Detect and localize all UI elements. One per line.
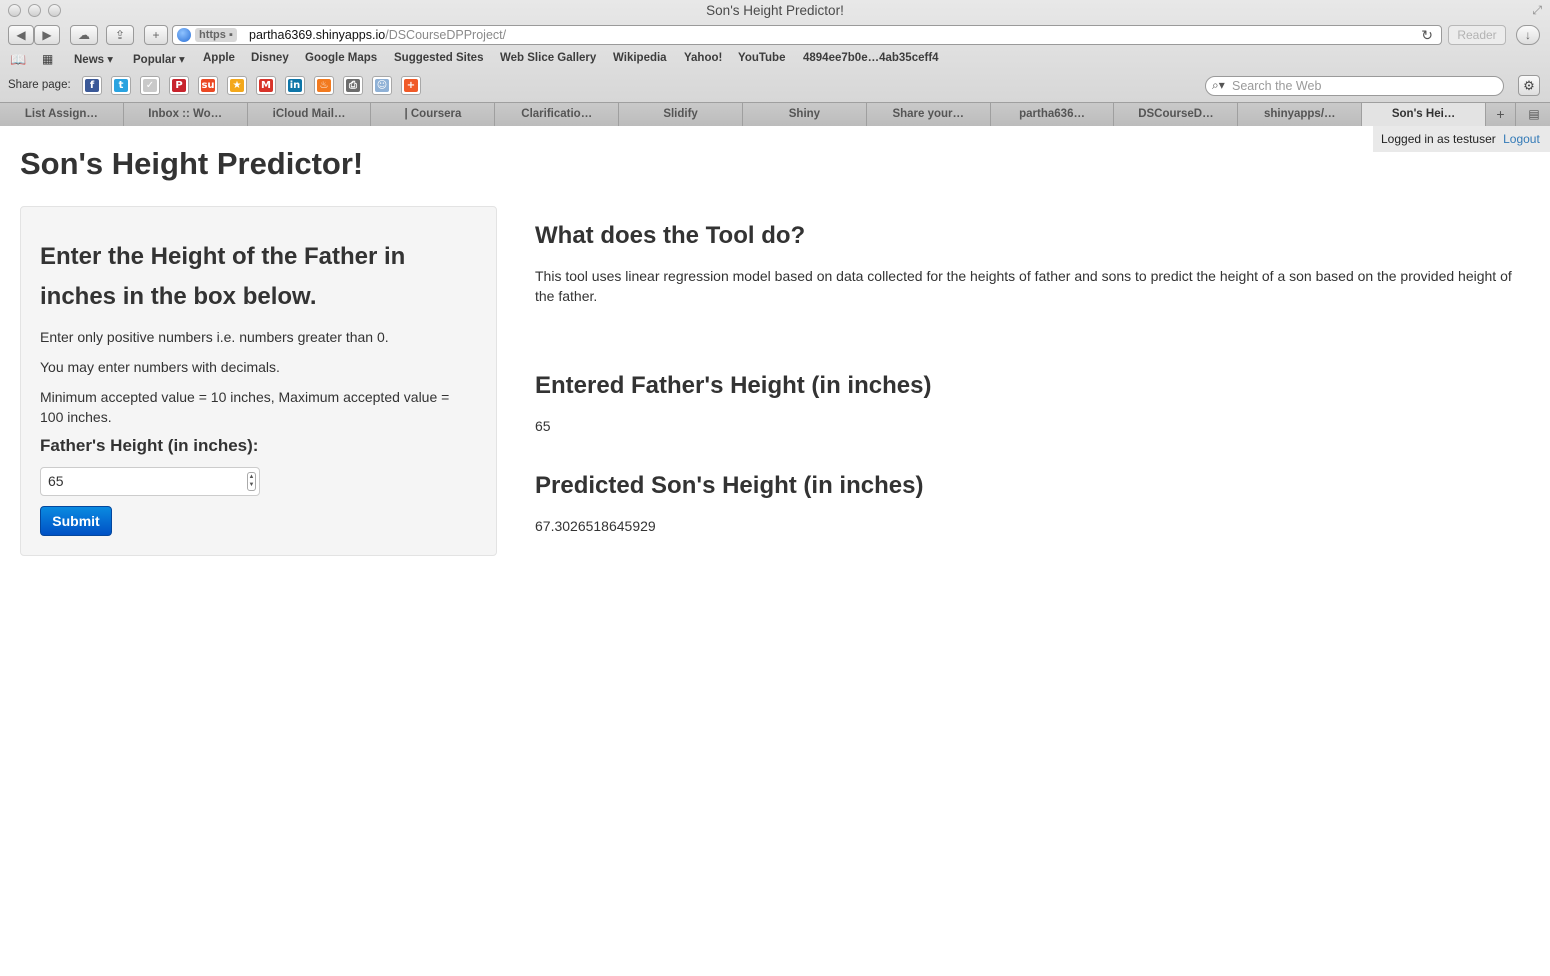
more-share-icon[interactable]: + (401, 76, 421, 95)
browser-tab[interactable]: | Coursera (372, 103, 496, 126)
instruction-range: Minimum accepted value = 10 inches, Maxi… (40, 389, 450, 425)
title-bar: Son's Height Predictor! ⤢ (0, 0, 1550, 22)
fire-icon[interactable]: ♨ (314, 76, 334, 95)
fullscreen-icon[interactable]: ⤢ (1532, 3, 1542, 18)
browser-tab[interactable]: Clarificatio… (495, 103, 620, 126)
new-tab-button[interactable]: + (144, 25, 168, 45)
reddit-icon-glyph: ☺ (375, 79, 389, 92)
browser-tab[interactable]: partha636… (991, 103, 1115, 126)
address-bar[interactable]: https ▪ partha6369.shinyapps.io/DSCourse… (172, 25, 1442, 45)
instruction-positive: Enter only positive numbers i.e. numbers… (40, 329, 389, 345)
browser-toolbar: ◀ ▶ ☁ ⇪ + https ▪ partha6369.shinyapps.i… (0, 22, 1550, 48)
browser-tab[interactable]: Slidify (619, 103, 743, 126)
bookmark-item[interactable]: Google Maps (305, 52, 377, 64)
bookmark-item[interactable]: Wikipedia (613, 52, 667, 64)
pinterest-icon[interactable]: P (169, 76, 189, 95)
pocket-icon-glyph: ✓ (143, 79, 157, 92)
logout-link[interactable]: Logout (1503, 132, 1540, 146)
browser-tab[interactable]: List Assign… (0, 103, 124, 126)
url-text: partha6369.shinyapps.io/DSCourseDPProjec… (249, 28, 506, 42)
browser-tab[interactable]: Shiny (743, 103, 867, 126)
facebook-icon[interactable]: f (82, 76, 102, 95)
url-path: /DSCourseDPProject/ (385, 28, 507, 42)
bookmark-item[interactable]: News ▾ (74, 52, 113, 66)
twitter-icon[interactable]: t (111, 76, 131, 95)
print-icon[interactable]: ⎙ (343, 76, 363, 95)
pocket-icon[interactable]: ✓ (140, 76, 160, 95)
twitter-icon-glyph: t (114, 79, 128, 92)
gmail-icon-glyph: M (259, 79, 273, 92)
window-title: Son's Height Predictor! (706, 3, 844, 18)
bookmark-item[interactable]: YouTube (738, 52, 785, 64)
browser-tab[interactable]: iCloud Mail… (248, 103, 372, 126)
sidebar-heading: Enter the Height of the Father in inches… (40, 243, 406, 310)
bookmark-item[interactable]: Web Slice Gallery (500, 52, 596, 64)
url-host: partha6369.shinyapps.io (249, 28, 386, 42)
about-heading: What does the Tool do? (535, 222, 806, 249)
login-status: Logged in as testuser Logout (1373, 126, 1550, 152)
linkedin-icon-glyph: in (288, 79, 302, 92)
gear-icon[interactable]: ⚙ (1518, 75, 1540, 96)
instruction-decimals: You may enter numbers with decimals. (40, 359, 280, 375)
reader-button[interactable]: Reader (1448, 25, 1506, 45)
forward-button[interactable]: ▶ (34, 25, 60, 45)
reload-icon[interactable]: ↻ (1421, 27, 1433, 44)
search-placeholder: Search the Web (1232, 79, 1322, 93)
entered-height-value: 65 (535, 418, 551, 434)
stumbleupon-icon[interactable]: su (198, 76, 218, 95)
share-label: Share page: (8, 79, 71, 91)
reddit-icon[interactable]: ☺ (372, 76, 392, 95)
tab-bar: List Assign… Inbox :: Wo… iCloud Mail… | Co… (0, 102, 1550, 126)
browser-tab[interactable]: Inbox :: Wo… (124, 103, 248, 126)
more-share-icon-glyph: + (404, 79, 418, 92)
search-icon: ⌕▾ (1212, 78, 1225, 92)
browser-tab[interactable]: Son's Hei… (1362, 103, 1486, 126)
favorites-icon[interactable]: ★ (227, 76, 247, 95)
browser-chrome: Son's Height Predictor! ⤢ ◀ ▶ ☁ ⇪ + http… (0, 0, 1550, 126)
gmail-icon[interactable]: M (256, 76, 276, 95)
fire-icon-glyph: ♨ (317, 79, 331, 92)
favorites-icon-glyph: ★ (230, 79, 244, 92)
bookmark-item[interactable]: Apple (203, 52, 235, 64)
bookmark-item[interactable]: Popular ▾ (133, 52, 185, 66)
logged-in-text: Logged in as testuser (1381, 132, 1496, 146)
father-height-value: 65 (48, 473, 64, 489)
facebook-icon-glyph: f (85, 79, 99, 92)
father-height-input[interactable]: 65 ▲ ▼ (40, 467, 260, 496)
predicted-height-value: 67.3026518645929 (535, 518, 656, 534)
bookmark-item[interactable]: Yahoo! (684, 52, 722, 64)
globe-icon (177, 28, 191, 42)
https-badge: https ▪ (195, 28, 237, 42)
entered-height-heading: Entered Father's Height (in inches) (535, 372, 932, 399)
icloud-tabs-button[interactable]: ☁ (70, 25, 98, 45)
bookmark-item[interactable]: 4894ee7b0e…4ab35ceff4 (803, 52, 939, 64)
father-height-label: Father's Height (in inches): (40, 436, 259, 455)
print-icon-glyph: ⎙ (346, 79, 360, 92)
bookmark-item[interactable]: Suggested Sites (394, 52, 483, 64)
downloads-button[interactable]: ↓ (1516, 25, 1540, 45)
share-button[interactable]: ⇪ (106, 25, 134, 45)
tab-overview-icon[interactable]: ▤ (1518, 103, 1550, 126)
predicted-height-heading: Predicted Son's Height (in inches) (535, 472, 924, 499)
bookmarks-bar: 📖 ▦ News ▾ Popular ▾ Apple Disney Google Map… (0, 48, 1550, 70)
bookmark-item[interactable]: Disney (251, 52, 289, 64)
linkedin-icon[interactable]: in (285, 76, 305, 95)
add-tab-button[interactable]: + (1486, 103, 1516, 126)
number-stepper[interactable]: ▲ ▼ (247, 472, 256, 491)
about-text: This tool uses linear regression model b… (535, 268, 1512, 304)
sidebar-panel: Enter the Height of the Father in inches… (20, 206, 497, 556)
back-button[interactable]: ◀ (8, 25, 34, 45)
browser-tab[interactable]: Share your… (867, 103, 991, 126)
share-bar: Share page: f t ✓ Psu ★ Min ♨ ⎙ ☺ + ⌕▾ Search the… (0, 71, 1550, 101)
top-sites-icon[interactable]: ▦ (42, 52, 53, 66)
browser-tab[interactable]: shinyapps/… (1238, 103, 1363, 126)
pinterest-icon-glyph: P (172, 79, 186, 92)
stumbleupon-icon-glyph: su (201, 79, 215, 92)
search-input[interactable]: ⌕▾ Search the Web (1205, 76, 1504, 96)
browser-tab[interactable]: DSCourseD… (1115, 103, 1239, 126)
submit-button[interactable]: Submit (40, 506, 112, 536)
page-title: Son's Height Predictor! (20, 146, 364, 181)
reading-list-icon[interactable]: 📖 (10, 52, 26, 68)
